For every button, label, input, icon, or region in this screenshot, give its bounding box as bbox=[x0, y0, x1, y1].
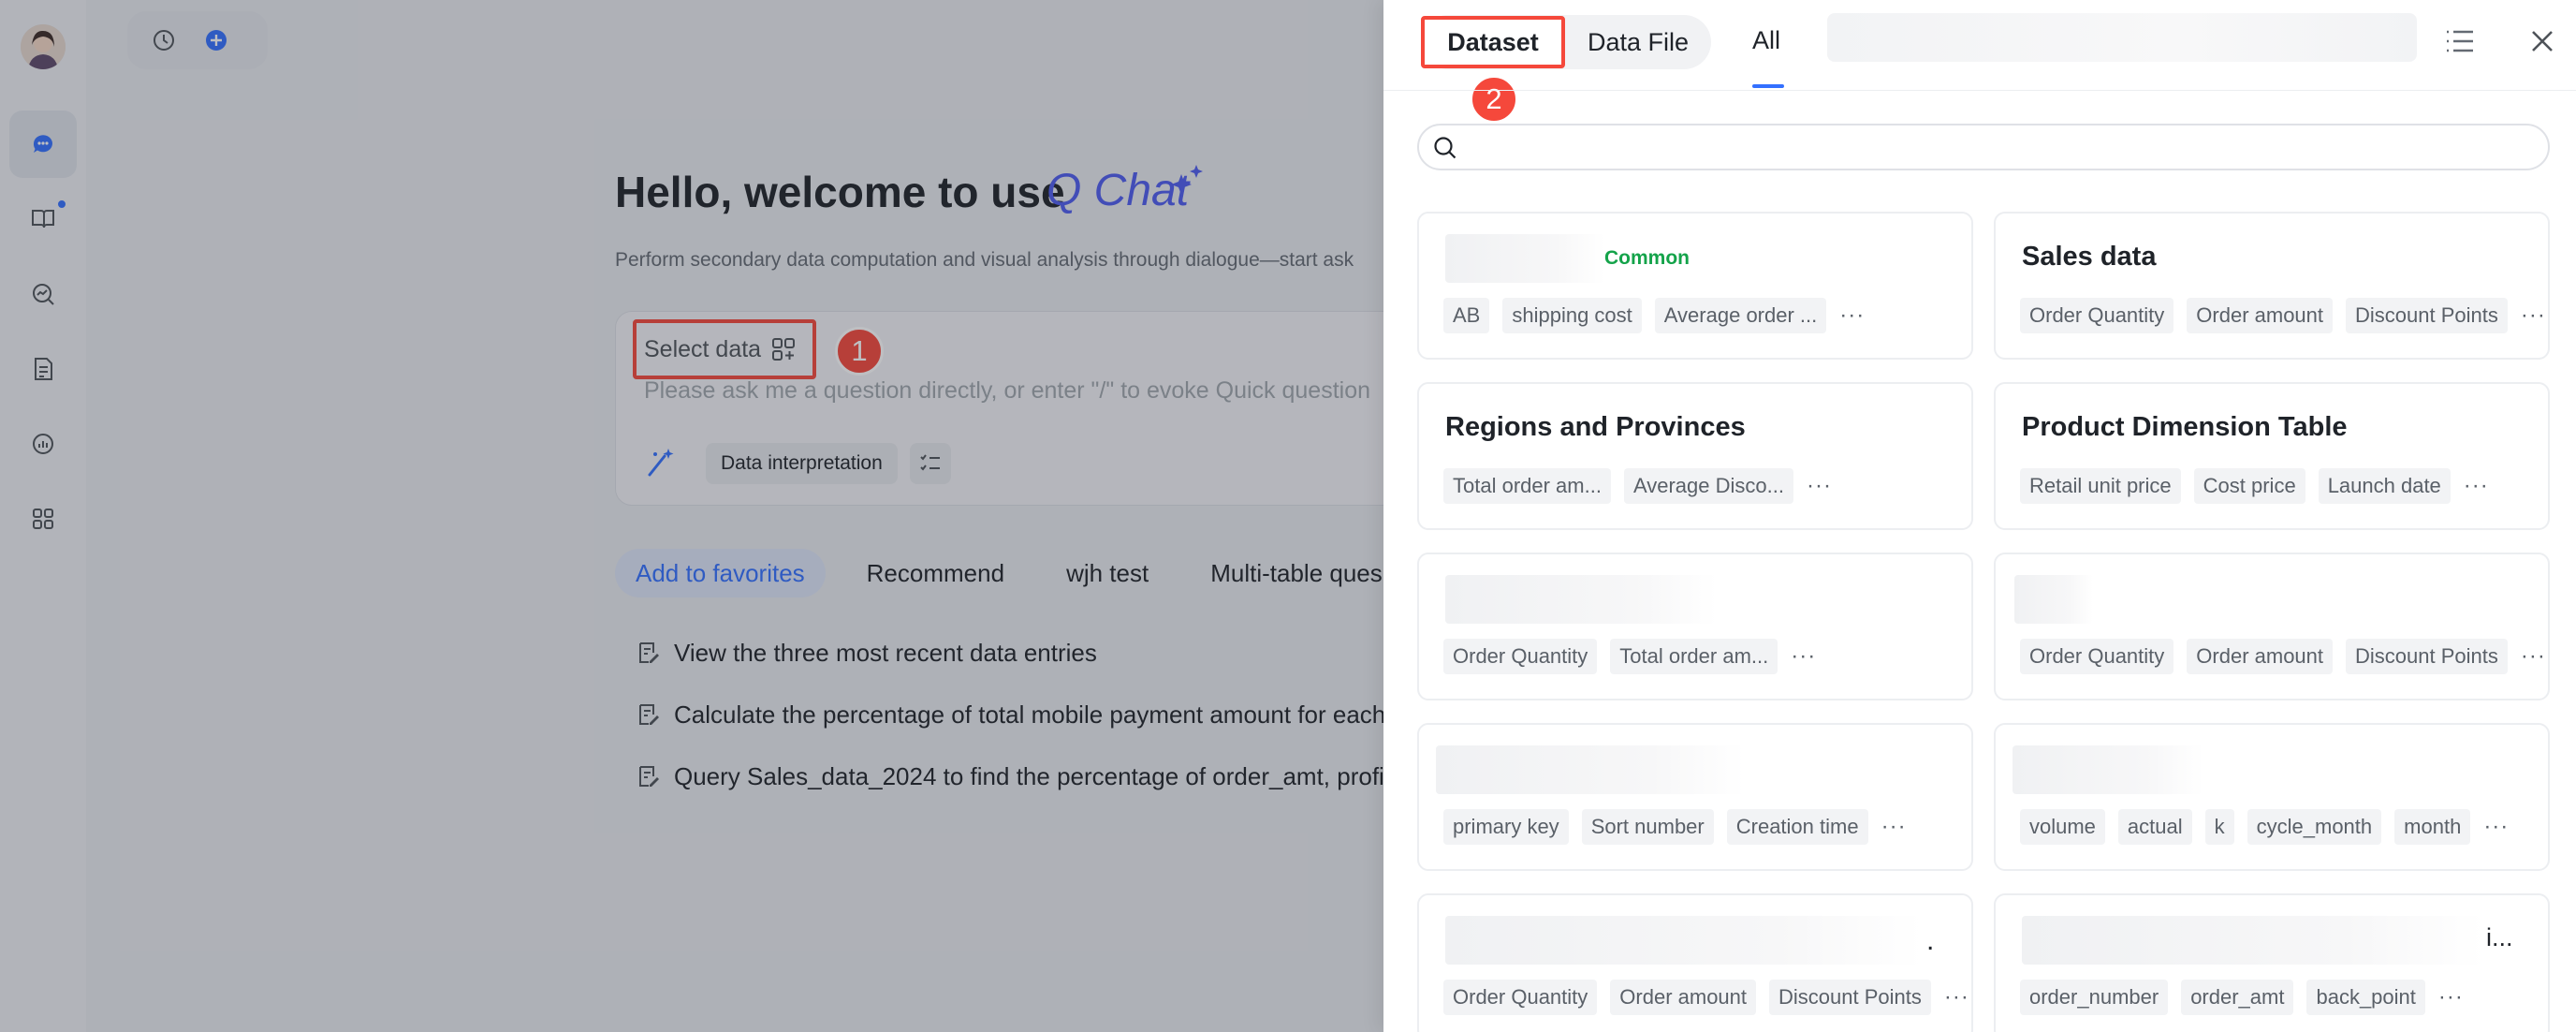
field-tags: Total order am... Average Disco... ··· bbox=[1443, 468, 1832, 504]
dataset-title: Sales data bbox=[2022, 242, 2157, 272]
field-tag: Order amount bbox=[1610, 980, 1757, 1015]
dataset-card[interactable]: volume actual k cycle_month month ··· bbox=[1994, 723, 2550, 871]
field-tags: Retail unit price Cost price Launch date… bbox=[2020, 468, 2489, 504]
more-icon[interactable]: ··· bbox=[2464, 473, 2489, 499]
field-tag: order_amt bbox=[2181, 980, 2294, 1015]
dataset-card[interactable]: Order Quantity Order amount Discount Poi… bbox=[1994, 553, 2550, 700]
dataset-card[interactable]: primary key Sort number Creation time ··… bbox=[1417, 723, 1973, 871]
field-tags: Order Quantity Order amount Discount Poi… bbox=[2020, 298, 2546, 333]
dataset-card[interactable]: Order Quantity Total order am... ··· bbox=[1417, 553, 1973, 700]
blurred-title bbox=[2022, 916, 2484, 965]
blurred-title bbox=[2014, 575, 2093, 624]
field-tag: Order Quantity bbox=[2020, 298, 2174, 333]
title-fragment: . bbox=[1926, 925, 1935, 956]
field-tag: Discount Points bbox=[2346, 298, 2508, 333]
field-tag: k bbox=[2204, 809, 2234, 845]
field-tag: Cost price bbox=[2193, 468, 2305, 504]
field-tags: primary key Sort number Creation time ··… bbox=[1443, 809, 1907, 845]
blurred-title bbox=[1445, 575, 1717, 624]
dataset-card[interactable]: i... order_number order_amt back_point ·… bbox=[1994, 893, 2550, 1032]
field-tags: AB shipping cost Average order ... ··· bbox=[1443, 298, 1865, 333]
field-tag: Total order am... bbox=[1443, 468, 1611, 504]
field-tag: Order amount bbox=[2187, 639, 2334, 674]
dataset-card[interactable]: . Order Quantity Order amount Discount P… bbox=[1417, 893, 1973, 1032]
more-icon[interactable]: ··· bbox=[1944, 984, 1969, 1010]
field-tag: Discount Points bbox=[1769, 980, 1931, 1015]
field-tag: Creation time bbox=[1726, 809, 1868, 845]
overlay-backdrop[interactable] bbox=[0, 0, 1383, 1032]
field-tag: Order Quantity bbox=[2020, 639, 2174, 674]
field-tag: AB bbox=[1443, 298, 1490, 333]
dataset-title: Product Dimension Table bbox=[2022, 412, 2348, 442]
tab-active-indicator bbox=[1752, 84, 1784, 88]
more-icon[interactable]: ··· bbox=[2521, 643, 2546, 670]
dataset-card[interactable]: Common AB shipping cost Average order ..… bbox=[1417, 212, 1973, 360]
field-tag: Average order ... bbox=[1654, 298, 1827, 333]
tab-dataset[interactable]: Dataset bbox=[1421, 16, 1565, 68]
more-icon[interactable]: ··· bbox=[1839, 302, 1865, 329]
search-icon bbox=[1434, 137, 1456, 159]
blurred-title bbox=[1445, 234, 1604, 283]
field-tag: Average Disco... bbox=[1623, 468, 1793, 504]
field-tag: Sort number bbox=[1581, 809, 1714, 845]
field-tags: volume actual k cycle_month month ··· bbox=[2020, 809, 2509, 845]
field-tags: Order Quantity Order amount Discount Poi… bbox=[1443, 980, 1969, 1015]
close-icon[interactable] bbox=[2527, 26, 2557, 56]
field-tag: volume bbox=[2020, 809, 2105, 845]
source-switch: Dataset Data File bbox=[1421, 15, 1711, 69]
dataset-title: Regions and Provinces bbox=[1445, 412, 1746, 442]
dataset-card[interactable]: Regions and Provinces Total order am... … bbox=[1417, 382, 1973, 530]
step-badge-2: 2 bbox=[1470, 75, 1518, 124]
more-icon[interactable]: ··· bbox=[2521, 302, 2546, 329]
blurred-title bbox=[1445, 916, 1923, 965]
dataset-card[interactable]: Sales data Order Quantity Order amount D… bbox=[1994, 212, 2550, 360]
search-input[interactable] bbox=[1470, 129, 2537, 165]
dataset-search bbox=[1417, 124, 2550, 170]
field-tag: shipping cost bbox=[1502, 298, 1642, 333]
tab-all[interactable]: All bbox=[1752, 26, 1780, 55]
field-tag: Total order am... bbox=[1610, 639, 1778, 674]
field-tag: Order Quantity bbox=[1443, 639, 1598, 674]
more-icon[interactable]: ··· bbox=[2438, 984, 2464, 1010]
title-fragment: i... bbox=[2486, 923, 2513, 951]
field-tags: Order Quantity Total order am... ··· bbox=[1443, 639, 1816, 674]
field-tag: month bbox=[2394, 809, 2471, 845]
more-icon[interactable]: ··· bbox=[1791, 643, 1816, 670]
tab-data-file[interactable]: Data File bbox=[1565, 15, 1711, 69]
field-tag: primary key bbox=[1443, 809, 1569, 845]
blurred-category-tabs bbox=[1827, 13, 2417, 62]
field-tag: Order Quantity bbox=[1443, 980, 1598, 1015]
more-icon[interactable]: ··· bbox=[2483, 814, 2509, 840]
more-icon[interactable]: ··· bbox=[1807, 473, 1832, 499]
blurred-title bbox=[1436, 745, 1745, 794]
blurred-title bbox=[2012, 745, 2203, 794]
field-tag: cycle_month bbox=[2247, 809, 2382, 845]
dataset-card[interactable]: Product Dimension Table Retail unit pric… bbox=[1994, 382, 2550, 530]
field-tags: Order Quantity Order amount Discount Poi… bbox=[2020, 639, 2546, 674]
data-selection-panel: Dataset Data File 2 All Common AB shippi… bbox=[1383, 0, 2576, 1032]
field-tag: Retail unit price bbox=[2020, 468, 2181, 504]
field-tag: Launch date bbox=[2318, 468, 2451, 504]
more-icon[interactable]: ··· bbox=[1881, 814, 1907, 840]
field-tag: Order amount bbox=[2187, 298, 2334, 333]
field-tag: back_point bbox=[2306, 980, 2425, 1015]
common-badge: Common bbox=[1604, 247, 1690, 269]
list-view-icon[interactable] bbox=[2443, 24, 2477, 58]
divider bbox=[1383, 90, 2576, 91]
field-tags: order_number order_amt back_point ··· bbox=[2020, 980, 2464, 1015]
field-tag: order_number bbox=[2020, 980, 2169, 1015]
field-tag: actual bbox=[2117, 809, 2192, 845]
field-tag: Discount Points bbox=[2346, 639, 2508, 674]
